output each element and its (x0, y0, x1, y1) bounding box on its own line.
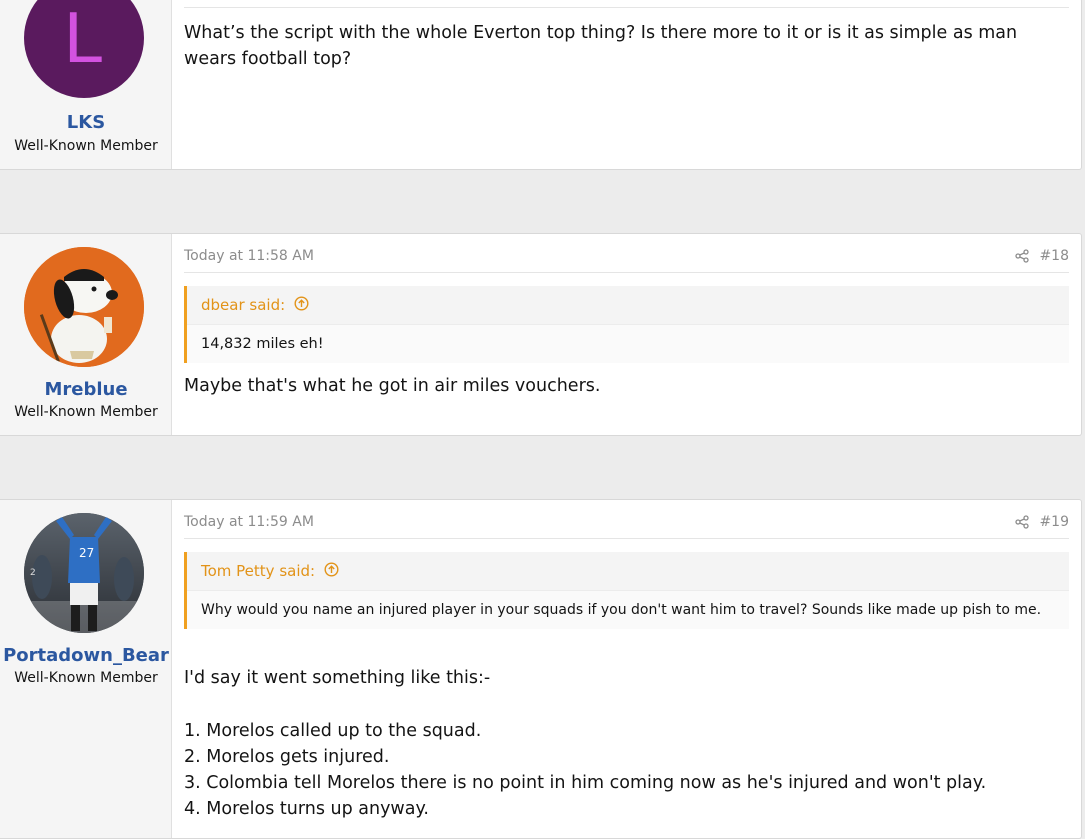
user-cell: 27 2 Portadown_Bear Well-Known Member (0, 500, 172, 838)
user-cell: L LKS Well-Known Member (0, 0, 172, 169)
list-item: 1. Morelos called up to the squad. (184, 721, 482, 741)
quote-text: Why would you name an injured player in … (187, 591, 1069, 629)
arrow-up-circle-icon[interactable] (324, 553, 339, 591)
post-message-intro: I'd say it went something like this:- (184, 668, 491, 688)
footballer-avatar-image: 27 2 (24, 513, 144, 633)
svg-text:2: 2 (30, 568, 36, 578)
username[interactable]: LKS (0, 112, 172, 133)
post-number-link[interactable]: #18 (1039, 248, 1069, 264)
avatar[interactable] (24, 247, 144, 367)
quote-block: Tom Petty said: Why would you name an in… (184, 552, 1069, 629)
quote-text: 14,832 miles eh! (187, 325, 1069, 363)
quote-author: Tom Petty said: (201, 562, 316, 580)
list-item: 4. Morelos turns up anyway. (184, 799, 429, 819)
arrow-up-circle-icon[interactable] (294, 287, 309, 325)
post-message: Maybe that's what he got in air miles vo… (184, 376, 601, 396)
share-icon[interactable] (1015, 249, 1029, 267)
post-date[interactable]: Today at 11:59 AM (184, 514, 314, 530)
post-portadown-bear: 27 2 Portadown_Bear Well-Known Member To… (0, 499, 1082, 839)
user-title: Well-Known Member (14, 670, 158, 686)
avatar-letter: L (63, 0, 105, 78)
post-main: What’s the script with the whole Everton… (172, 0, 1081, 169)
svg-text:27: 27 (79, 546, 94, 560)
post-date[interactable]: Today at 11:58 AM (184, 248, 314, 264)
user-title: Well-Known Member (14, 404, 158, 420)
header-divider (184, 7, 1069, 8)
list-item: 3. Colombia tell Morelos there is no poi… (184, 773, 987, 793)
username[interactable]: Mreblue (0, 379, 172, 400)
list-item: 2. Morelos gets injured. (184, 747, 390, 767)
snoopy-avatar-image (24, 247, 144, 367)
quote-header[interactable]: dbear said: (187, 286, 1069, 325)
quote-block: dbear said: 14,832 miles eh! (184, 286, 1069, 363)
user-title: Well-Known Member (14, 138, 158, 154)
avatar[interactable]: L (24, 0, 144, 98)
quote-author: dbear said: (201, 296, 286, 314)
share-icon[interactable] (1015, 515, 1029, 533)
post-mreblue: Mreblue Well-Known Member Today at 11:58… (0, 233, 1082, 436)
user-cell: Mreblue Well-Known Member (0, 234, 172, 435)
post-number-link[interactable]: #19 (1039, 514, 1069, 530)
quote-header[interactable]: Tom Petty said: (187, 552, 1069, 591)
post-main: Today at 11:58 AM #18 dbear said: 14,832… (172, 234, 1081, 435)
post-lks: L LKS Well-Known Member What’s the scrip… (0, 0, 1082, 170)
username[interactable]: Portadown_Bear (0, 645, 172, 666)
post-message-list: 1. Morelos called up to the squad. 2. Mo… (184, 718, 1061, 822)
post-header: Today at 11:58 AM #18 (184, 248, 1069, 273)
avatar[interactable]: 27 2 (24, 513, 144, 633)
post-message: What’s the script with the whole Everton… (184, 23, 1018, 69)
post-main: Today at 11:59 AM #19 Tom Petty said: Wh… (172, 500, 1081, 838)
post-header: Today at 11:59 AM #19 (184, 514, 1069, 539)
